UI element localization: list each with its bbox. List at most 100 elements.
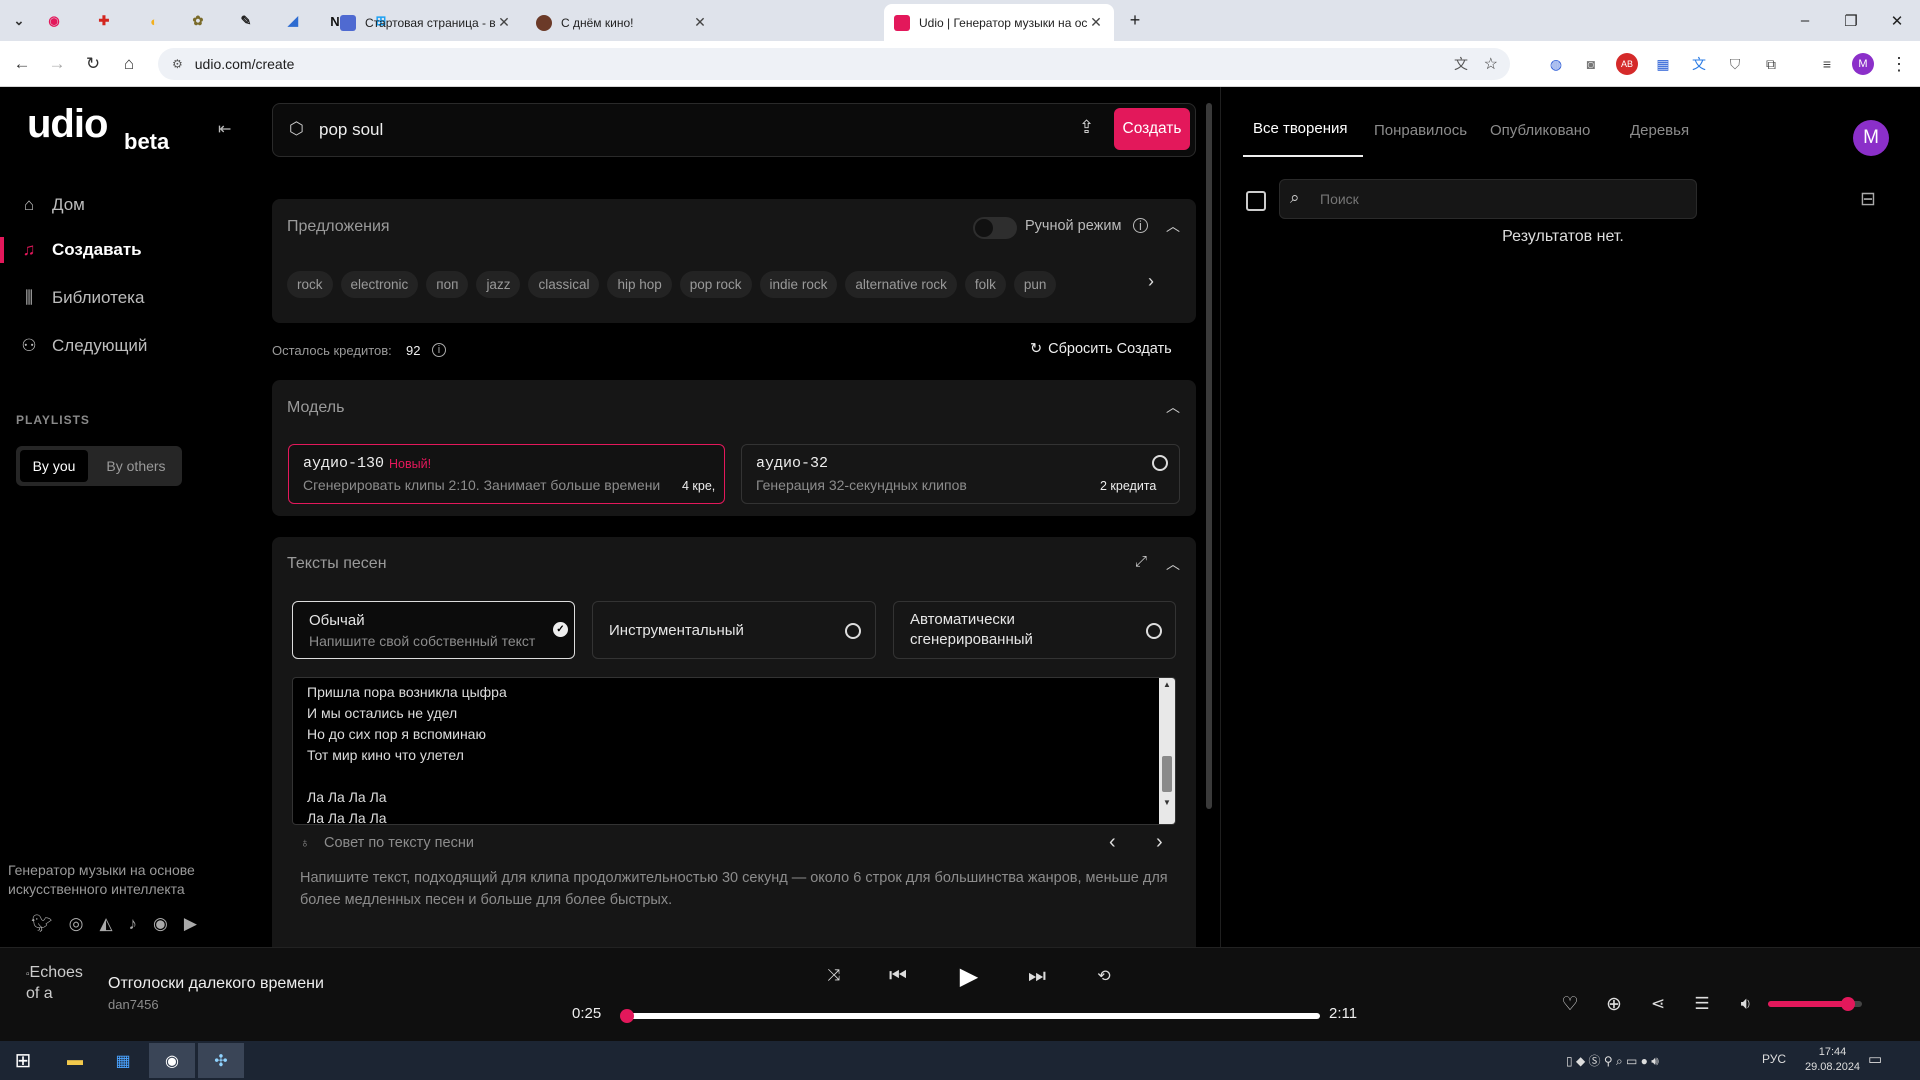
track-title[interactable]: Отголоски далекого времени (108, 975, 324, 993)
nav-item-home[interactable]: ⌂ Дом (18, 191, 85, 219)
repeat-icon[interactable]: ⟲ (1090, 962, 1118, 990)
lyrics-scrollbar[interactable]: ▲ ▼ (1159, 678, 1175, 824)
previous-track-icon[interactable]: ⏮ (884, 962, 912, 990)
nav-item-library[interactable]: ⫼ Библиотека (18, 284, 144, 312)
minimize-button[interactable]: – (1782, 0, 1828, 41)
genre-chip[interactable]: classical (528, 271, 600, 298)
app-taskbar-icon[interactable]: ✣ (198, 1043, 244, 1078)
model-option[interactable]: аудио-32 Генерация 32-секундных клипов 2… (741, 444, 1180, 504)
reset-create-button[interactable]: ↻ Сбросить Создать (1030, 341, 1172, 357)
next-track-icon[interactable]: ⏭ (1023, 962, 1051, 990)
tab-by-you[interactable]: By you (20, 450, 88, 482)
chevron-up-icon[interactable]: ︿ (1166, 554, 1180, 574)
volume-slider[interactable] (1768, 997, 1862, 1011)
notifications-icon[interactable]: ▭ (1868, 1050, 1882, 1068)
shield-extension-icon[interactable]: ⛉ (1724, 53, 1746, 75)
maximize-button[interactable]: ❐ (1828, 0, 1874, 41)
nav-item-create[interactable]: ♫ Создавать (18, 236, 142, 264)
scrollbar-thumb[interactable] (1162, 756, 1172, 792)
back-icon[interactable]: ← (9, 51, 35, 77)
genre-chip[interactable]: pun (1013, 271, 1057, 298)
genre-chip[interactable]: jazz (476, 271, 521, 298)
translator-extension-icon[interactable]: 文 (1688, 53, 1710, 75)
upload-icon[interactable]: ⇪ (1079, 117, 1094, 138)
manual-mode-toggle[interactable] (973, 217, 1017, 239)
genre-chip[interactable]: folk (964, 271, 1006, 298)
windows-start-icon[interactable]: ⊞ (0, 1043, 46, 1078)
close-tab-icon[interactable]: ✕ (692, 14, 708, 31)
instagram-icon[interactable]: ◎ (69, 914, 84, 934)
progress-thumb[interactable] (620, 1009, 634, 1023)
home-icon[interactable]: ⌂ (116, 51, 142, 77)
browser-tab[interactable]: Стартовая страница - визуаль ✕ (330, 4, 522, 41)
collapse-sidebar-icon[interactable]: ⇤ (218, 119, 231, 139)
reload-icon[interactable]: ↻ (80, 51, 106, 77)
discord-icon[interactable]: ◭ (99, 914, 112, 934)
genre-chip[interactable]: rock (287, 271, 333, 298)
forward-icon[interactable]: → (44, 51, 70, 77)
like-heart-icon[interactable]: ♡ (1558, 992, 1582, 1016)
extensions-puzzle-icon[interactable]: ⧉ (1760, 53, 1782, 75)
genre-chip[interactable]: hip hop (607, 271, 672, 298)
play-icon[interactable]: ▶ (953, 960, 985, 992)
page-scrollbar[interactable] (1206, 103, 1212, 809)
reading-list-icon[interactable]: ≡ (1816, 53, 1838, 75)
pinned-site-icon[interactable]: ✚ (91, 8, 117, 34)
pinned-site-icon[interactable]: ◐ (141, 8, 167, 34)
track-artist[interactable]: dan7456 (108, 997, 159, 1012)
bookmark-star-icon[interactable]: ☆ (1484, 54, 1498, 74)
lyrics-mode-instrumental[interactable]: Инструментальный (592, 601, 876, 659)
genre-chip[interactable]: alternative rock (845, 271, 957, 298)
expand-icon[interactable]: ⤢ (1135, 553, 1147, 570)
twitter-icon[interactable]: 🐦︎ (31, 914, 53, 934)
info-icon[interactable]: i (1133, 218, 1148, 233)
adblock-extension-icon[interactable]: AB (1616, 53, 1638, 75)
browser-tab[interactable]: С днём кино! ✕ (526, 4, 718, 41)
reddit-icon[interactable]: ◉ (153, 914, 168, 934)
genre-chip[interactable]: indie rock (759, 271, 838, 298)
youtube-icon[interactable]: ▶ (184, 914, 197, 934)
search-input[interactable] (1320, 188, 1680, 210)
lyrics-mode-auto[interactable]: Автоматически сгенерированный (893, 601, 1176, 659)
album-cover[interactable]: ▫Echoes of a (26, 963, 92, 1029)
close-tab-icon[interactable]: ✕ (496, 14, 512, 31)
pinned-site-icon[interactable]: ✿ (185, 8, 211, 34)
prompt-input[interactable] (319, 117, 919, 143)
genre-chip[interactable]: поп (426, 271, 469, 298)
lyrics-textarea[interactable]: Пришла пора возникла цыфра И мы остались… (292, 677, 1176, 825)
tiktok-icon[interactable]: ♪ (129, 914, 138, 934)
genre-chip[interactable]: pop rock (679, 271, 752, 298)
chevron-up-icon[interactable]: ︿ (1166, 216, 1180, 236)
volume-thumb[interactable] (1840, 997, 1855, 1011)
create-button[interactable]: Создать (1114, 108, 1190, 150)
scroll-up-icon[interactable]: ▲ (1159, 678, 1175, 692)
udio-logo[interactable]: udio (27, 102, 108, 147)
new-tab-button[interactable]: + (1112, 0, 1158, 41)
tab-all-creations[interactable]: Все творения (1243, 120, 1358, 137)
pinned-site-icon[interactable]: ◢ (280, 8, 306, 34)
tab-published[interactable]: Опубликовано (1490, 122, 1590, 139)
volume-icon[interactable]: 🔉︎ (1734, 992, 1758, 1016)
pinned-site-icon[interactable]: ✎ (233, 8, 259, 34)
model-option-selected[interactable]: аудио-130 Новый! Сгенерировать клипы 2:1… (288, 444, 725, 504)
site-info-icon[interactable]: ⚙ (172, 57, 183, 71)
scroll-down-icon[interactable]: ▼ (1159, 796, 1175, 810)
vpn-extension-icon[interactable]: ◍ (1545, 53, 1567, 75)
nav-item-following[interactable]: ⚇ Следующий (18, 332, 147, 360)
chevron-up-icon[interactable]: ︿ (1166, 397, 1180, 417)
lyrics-mode-custom[interactable]: Обычай Напишите свой собственный текст ✓ (292, 601, 575, 659)
apps-extension-icon[interactable]: ▦ (1652, 53, 1674, 75)
close-window-button[interactable]: ✕ (1874, 0, 1920, 41)
tab-by-others[interactable]: By others (98, 450, 174, 482)
browser-tab-active[interactable]: Udio | Генератор музыки на ос ✕ (884, 4, 1114, 41)
tip-next-icon[interactable]: › (1156, 831, 1163, 854)
select-all-checkbox[interactable] (1246, 191, 1266, 211)
tab-liked[interactable]: Понравилось (1374, 122, 1467, 139)
tray-icons[interactable]: ▯ ◆ Ⓢ ⚲ ⌕ ▭ ● 🔊︎ (1566, 1052, 1659, 1069)
close-tab-icon[interactable]: ✕ (1088, 14, 1104, 31)
camera-extension-icon[interactable]: ◙ (1580, 53, 1602, 75)
credits-info-icon[interactable]: i (432, 343, 446, 357)
pinned-site-icon[interactable]: ◉ (41, 8, 67, 34)
url-bar[interactable]: ⚙ udio.com/create 文 ☆ (158, 48, 1510, 80)
genre-chip[interactable]: electronic (340, 271, 419, 298)
